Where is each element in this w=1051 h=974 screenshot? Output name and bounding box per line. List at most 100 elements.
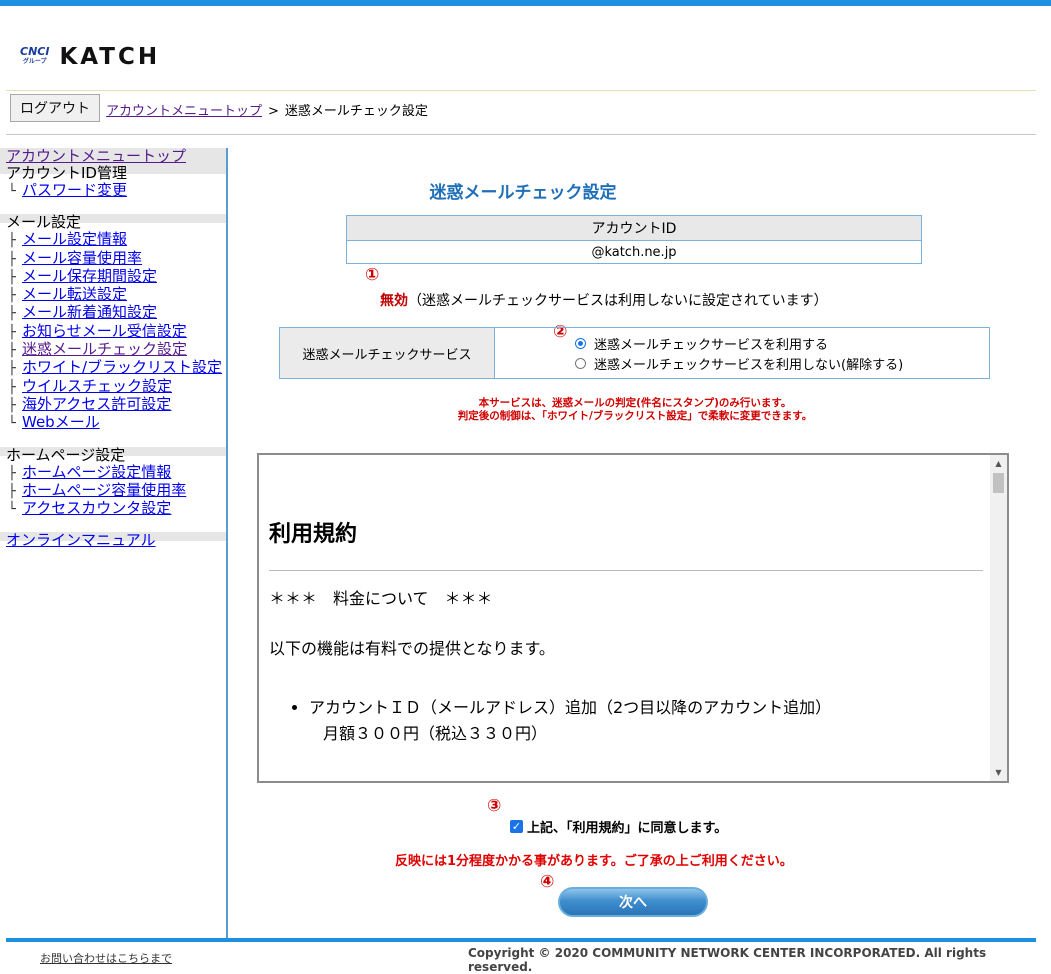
terms-heading: 利用規約: [269, 522, 358, 547]
sidebar-item-label: パスワード変更: [22, 181, 128, 199]
sidebar-group-mail: メール設定: [0, 214, 226, 232]
breadcrumb-current: 迷惑メールチェック設定: [284, 104, 428, 119]
agree-label: 上記、「利用規約」に同意します。: [527, 821, 728, 836]
sidebar-item-white-black-list[interactable]: ├ ホワイト/ブラックリスト設定: [0, 359, 226, 377]
sidebar-item-new-mail-notify[interactable]: ├ メール新着通知設定: [0, 304, 226, 322]
terms-list-item: アカウントＩＤ（メールアドレス）追加（2つ目以降のアカウント追加）: [309, 695, 983, 721]
sidebar-item-webmail[interactable]: └ Webメール: [0, 414, 226, 432]
terms-content: 利用規約 ＊＊＊ 料金について ＊＊＊ 以下の機能は有料での提供となります。 ア…: [269, 455, 983, 747]
sidebar-item-label: ホワイト/ブラックリスト設定: [22, 358, 223, 377]
terms-section-title: ＊＊＊ 料金について ＊＊＊: [269, 589, 493, 608]
agree-checkbox[interactable]: ✓: [510, 820, 523, 833]
option-use-label: 迷惑メールチェックサービスを利用する: [594, 337, 829, 353]
service-label: 迷惑メールチェックサービス: [279, 327, 495, 379]
sidebar-item-access-counter[interactable]: └ アクセスカウンタ設定: [0, 500, 226, 518]
radio-use[interactable]: [575, 337, 586, 349]
sidebar-item-virus-check[interactable]: ├ ウイルスチェック設定: [0, 378, 226, 396]
page-title: 迷惑メールチェック設定: [429, 183, 617, 203]
terms-divider: [269, 570, 983, 571]
sidebar-item-label: アクセスカウンタ設定: [22, 499, 172, 518]
breadcrumb-account-menu-link[interactable]: アカウントメニュートップ: [106, 104, 262, 119]
katch-text: KATCH: [59, 44, 161, 70]
sidebar-item-label: ホームページ設定情報: [22, 462, 172, 481]
next-button[interactable]: 次へ: [558, 887, 708, 917]
tree-branch-icon: ├: [8, 397, 16, 413]
notice-line-1: 本サービスは、迷惑メールの判定(件名にスタンプ)のみ行います。: [478, 397, 792, 409]
header-divider: [6, 90, 1036, 91]
option-use[interactable]: 迷惑メールチェックサービスを利用する: [575, 333, 988, 353]
sidebar: アカウントメニュートップ アカウントID管理 └ パスワード変更 メール設定 ├ メ…: [0, 148, 228, 938]
status-note: （迷惑メールチェックサービスは利用しないに設定されています）: [408, 293, 828, 309]
tree-branch-icon: ├: [8, 233, 16, 249]
sidebar-account-menu-top[interactable]: アカウントメニュートップ: [0, 148, 226, 165]
logout-button[interactable]: ログアウト: [10, 94, 100, 122]
sidebar-item-label: メール保存期間設定: [22, 266, 158, 285]
tree-branch-icon: ├: [8, 343, 16, 359]
terms-box[interactable]: 利用規約 ＊＊＊ 料金について ＊＊＊ 以下の機能は有料での提供となります。 ア…: [257, 453, 1009, 783]
tree-branch-icon: └: [8, 502, 16, 518]
notice-line-2: 判定後の制御は、「ホワイト/ブラックリスト設定」で柔軟に変更できます。: [457, 410, 813, 422]
tree-branch-icon: ├: [8, 379, 16, 395]
cnci-sub-text: グループ: [22, 58, 47, 65]
step-marker-1: ①: [365, 265, 380, 285]
sidebar-item-label: メール新着通知設定: [22, 303, 158, 322]
scroll-down-arrow-icon[interactable]: ▼: [990, 764, 1007, 781]
scroll-up-arrow-icon[interactable]: ▲: [990, 455, 1007, 472]
sidebar-item-hp-usage[interactable]: ├ ホームページ容量使用率: [0, 482, 226, 500]
terms-scrollbar[interactable]: ▲ ▼: [990, 455, 1007, 781]
sidebar-group-homepage: ホームページ設定: [0, 446, 226, 464]
step-marker-4: ④: [540, 872, 555, 892]
spam-service-table: 迷惑メールチェックサービス 迷惑メールチェックサービスを利用する 迷惑メールチェ…: [279, 327, 990, 379]
sidebar-item-label: 迷惑メールチェック設定: [22, 340, 188, 359]
tree-branch-icon: └: [8, 416, 16, 432]
sidebar-item-spam-check[interactable]: ├ 迷惑メールチェック設定: [0, 341, 226, 359]
option-not-use[interactable]: 迷惑メールチェックサービスを利用しない(解除する): [575, 353, 988, 373]
account-id-value: @katch.ne.jp: [346, 240, 922, 264]
footer-accent-bar: [6, 938, 1036, 942]
sidebar-item-mail-forward[interactable]: ├ メール転送設定: [0, 286, 226, 304]
sidebar-item-label: メール転送設定: [22, 285, 128, 304]
sidebar-group-account: アカウントID管理: [0, 165, 226, 182]
sidebar-item-mail-usage[interactable]: ├ メール容量使用率: [0, 248, 226, 268]
radio-not-use[interactable]: [575, 357, 586, 369]
contact-link[interactable]: お問い合わせはこちらまで: [40, 950, 172, 966]
top-accent-bar: [0, 0, 1051, 6]
tree-branch-icon: ├: [8, 251, 16, 267]
terms-intro: 以下の機能は有料での提供となります。: [269, 639, 555, 658]
sidebar-item-label: Webメール: [22, 413, 100, 432]
tree-branch-icon: ├: [8, 269, 16, 285]
status-value: 無効: [380, 293, 408, 309]
sidebar-item-label: メール設定情報: [22, 230, 128, 249]
sidebar-item-password-change[interactable]: └ パスワード変更: [0, 182, 226, 200]
tree-branch-icon: ├: [8, 288, 16, 304]
sidebar-item-label: ホームページ容量使用率: [22, 480, 187, 499]
tree-branch-icon: ├: [8, 483, 16, 499]
sidebar-item-mail-info[interactable]: ├ メール設定情報: [0, 231, 226, 249]
breadcrumb-divider: [6, 134, 1036, 135]
account-id-table: アカウントID @katch.ne.jp: [346, 215, 922, 264]
cnci-logo: CNCI グループ: [20, 46, 49, 67]
sidebar-item-mail-retention[interactable]: ├ メール保存期間設定: [0, 268, 226, 286]
terms-list: アカウントＩＤ（メールアドレス）追加（2つ目以降のアカウント追加）: [269, 695, 983, 721]
breadcrumb-separator: >: [268, 104, 279, 119]
sidebar-online-manual[interactable]: オンラインマニュアル: [0, 532, 226, 550]
tree-branch-icon: ├: [8, 306, 16, 322]
tree-branch-icon: ├: [8, 465, 16, 481]
tree-branch-icon: └: [8, 184, 16, 199]
agree-terms[interactable]: ✓ 上記、「利用規約」に同意します。: [510, 817, 727, 836]
sidebar-item-label: ウイルスチェック設定: [22, 376, 173, 395]
terms-item-price: 月額３００円（税込３３０円）: [323, 724, 548, 743]
sidebar-item-notice-mail[interactable]: ├ お知らせメール受信設定: [0, 323, 226, 341]
account-id-header: アカウントID: [346, 215, 922, 241]
sidebar-item-label: メール容量使用率: [22, 248, 143, 267]
scroll-thumb[interactable]: [993, 473, 1004, 493]
sidebar-item-hp-info[interactable]: ├ ホームページ設定情報: [0, 462, 226, 482]
tree-branch-icon: ├: [8, 324, 16, 340]
option-not-use-label: 迷惑メールチェックサービスを利用しない(解除する): [594, 357, 904, 373]
copyright: Copyright © 2020 COMMUNITY NETWORK CENTE…: [468, 946, 987, 974]
breadcrumb: アカウントメニュートップ > 迷惑メールチェック設定: [106, 100, 428, 119]
sidebar-item-label: お知らせメール受信設定: [22, 321, 187, 340]
sidebar-item-overseas-access[interactable]: ├ 海外アクセス許可設定: [0, 396, 226, 414]
